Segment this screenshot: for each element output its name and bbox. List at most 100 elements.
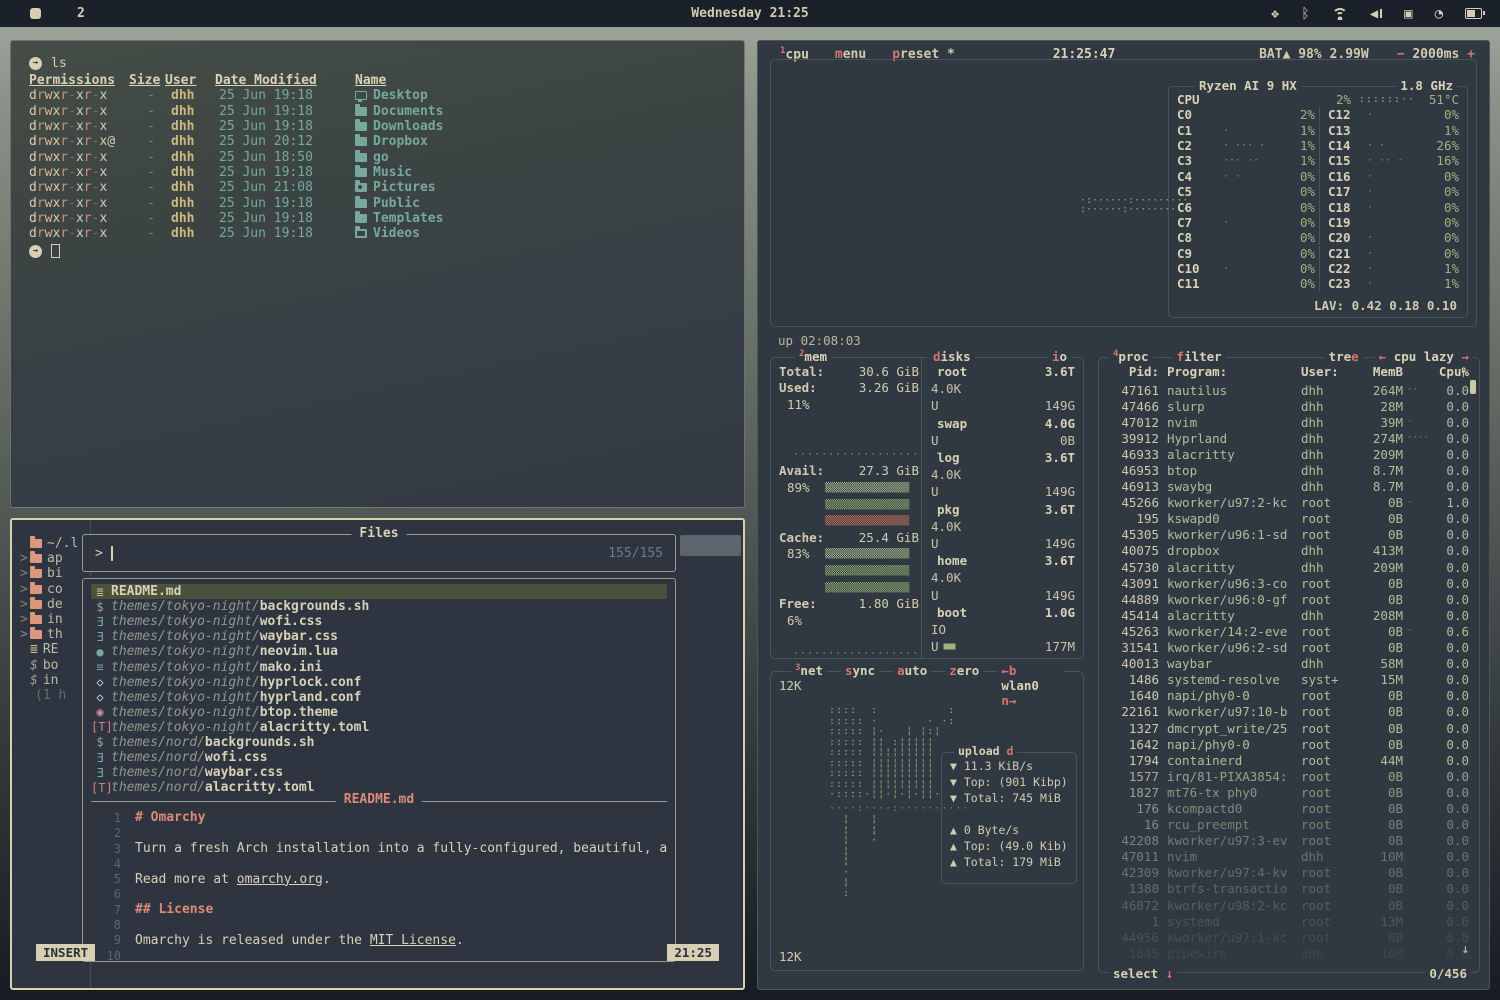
tab-proc[interactable]: 4proc <box>1109 349 1153 364</box>
process-row[interactable]: 1380 btrfs-transactio root 0B 0.0 <box>1103 881 1475 897</box>
size: - <box>129 196 165 211</box>
wifi-icon[interactable] <box>1332 8 1348 20</box>
disk-line: root3.6T <box>929 363 1075 380</box>
tab-mem[interactable]: 2mem <box>795 349 831 364</box>
process-row[interactable]: 45730 alacritty dhh 209M 0.0 <box>1103 559 1475 575</box>
workspace-2-number[interactable]: 2 <box>77 6 85 21</box>
gauge-icon[interactable]: ◔ <box>1435 7 1443 21</box>
process-row[interactable]: 22161 kworker/u97:10-b root 0B 0.0 <box>1103 704 1475 720</box>
process-row[interactable]: 47161 nautilus dhh 264M ·· 0.0 <box>1103 382 1475 398</box>
filetype-icon: $ <box>91 735 109 749</box>
net-auto-toggle[interactable]: auto <box>893 663 931 708</box>
neovim-window[interactable]: ~/.l > ap > bi > co > de <box>10 518 745 990</box>
picker-file-item[interactable]: ● themes/tokyo-night/ neovim.lua <box>91 644 667 659</box>
link-text[interactable]: omarchy.org <box>237 872 323 887</box>
tree-item[interactable]: bo <box>20 658 86 673</box>
terminal-window[interactable]: ls Permissions Size User Date Modified N… <box>10 40 745 508</box>
process-row[interactable]: 46913 swaybg dhh 8.7M 0.0 <box>1103 479 1475 495</box>
process-row[interactable]: 16 rcu_preempt root 0B 0.0 <box>1103 817 1475 833</box>
tree-item[interactable]: > de <box>20 597 86 612</box>
net-zero-toggle[interactable]: zero <box>945 663 983 708</box>
bluetooth-icon[interactable]: ᛒ <box>1301 7 1309 21</box>
picker-file-item[interactable]: [T] themes/tokyo-night/ alacritty.toml <box>91 720 667 735</box>
tree-item[interactable]: > in <box>20 612 86 627</box>
picker-file-item[interactable]: $ themes/tokyo-night/ backgrounds.sh <box>91 599 667 614</box>
process-row[interactable]: 42309 kworker/u97:4-kv root 0B 0.0 <box>1103 865 1475 881</box>
volume-icon[interactable]: ◀ <box>1370 7 1382 21</box>
process-row[interactable]: 1827 mt76-tx phy0 root 0B 0.0 <box>1103 784 1475 800</box>
picker-file-item[interactable]: ≣ README.md <box>91 584 667 599</box>
process-row[interactable]: 44956 kworker/u97:1-kc root 0B 0.0 <box>1103 929 1475 945</box>
process-row[interactable]: 31541 kworker/u96:2-sd root 0B 0.0 <box>1103 640 1475 656</box>
btop-window[interactable]: 1cpu menu preset * 21:25:47 BAT▲ 98% 2.9… <box>757 40 1490 990</box>
process-row[interactable]: 45305 kworker/u96:1-sd root 0B 0.0 <box>1103 527 1475 543</box>
process-row[interactable]: 1642 napi/phy0-0 root 0B 0.0 <box>1103 736 1475 752</box>
process-row[interactable]: 46953 btop dhh 8.7M 0.0 <box>1103 462 1475 478</box>
select-hint[interactable]: select ↓ <box>1109 966 1177 981</box>
tree-item[interactable]: > ap <box>20 551 86 566</box>
disks-label[interactable]: disks <box>929 349 975 364</box>
process-row[interactable]: 45266 kworker/u97:2-kc root 0B · 1.0 <box>1103 495 1475 511</box>
picker-file-item[interactable]: Ǝ themes/tokyo-night/ waybar.css <box>91 629 667 644</box>
picker-file-item[interactable]: ◇ themes/tokyo-night/ hyprland.conf <box>91 690 667 705</box>
battery-icon[interactable] <box>1465 8 1482 19</box>
tree-item[interactable]: (1 h <box>20 688 86 703</box>
net-box: 3net sync auto zero ←b wlan0 n→ 12K 12K … <box>770 671 1084 971</box>
process-row[interactable]: 47011 nvim dhh 10M 0.0 <box>1103 849 1475 865</box>
process-row[interactable]: 47012 nvim dhh 39M · 0.0 <box>1103 414 1475 430</box>
process-row[interactable]: 40013 waybar dhh 58M 0.0 <box>1103 656 1475 672</box>
process-row[interactable]: 1845 pipewire dhh 10M 0.0 <box>1103 945 1475 961</box>
picker-file-item[interactable]: Ǝ themes/nord/ wofi.css <box>91 750 667 765</box>
picker-file-item[interactable]: ◇ themes/tokyo-night/ hyprlock.conf <box>91 675 667 690</box>
picker-file-item[interactable]: Ǝ themes/nord/ waybar.css <box>91 765 667 780</box>
picker-file-item[interactable]: $ themes/nord/ backgrounds.sh <box>91 735 667 750</box>
date-modified: 25 Jun 19:18 <box>215 196 333 211</box>
process-row[interactable]: 195 kswapd0 root 0B 0.0 <box>1103 511 1475 527</box>
process-row[interactable]: 1577 irq/81-PIXA3854: root 0B 0.0 <box>1103 768 1475 784</box>
workspace-1-indicator[interactable] <box>30 8 41 19</box>
picker-file-item[interactable]: Ǝ themes/tokyo-night/ wofi.css <box>91 614 667 629</box>
file-dir: themes/tokyo-night/ <box>111 629 260 644</box>
process-row[interactable]: 47466 slurp dhh 28M 0.0 <box>1103 398 1475 414</box>
preview-line: 7 ## License <box>91 902 667 917</box>
tree-item[interactable]: > bi <box>20 566 86 581</box>
picker-file-item[interactable]: ◉ themes/tokyo-night/ btop.theme <box>91 705 667 720</box>
tree-item[interactable]: RE <box>20 642 86 657</box>
scrollbar-thumb[interactable] <box>680 535 741 556</box>
permissions: drwxr-xr-x <box>29 196 129 211</box>
picker-input-box[interactable]: Files > 155/155 <box>82 534 676 572</box>
process-row[interactable]: 42208 kworker/u97:3-ev root 0B 0.0 <box>1103 833 1475 849</box>
tree-item[interactable]: > co <box>20 582 86 597</box>
tree-item[interactable]: ~/.l <box>20 536 86 551</box>
process-row[interactable]: 1486 systemd-resolve syst+ 15M 0.0 <box>1103 672 1475 688</box>
proc-filter-button[interactable]: filter <box>1173 349 1226 364</box>
tree-item[interactable]: > th <box>20 627 86 642</box>
io-label[interactable]: io <box>1048 349 1071 364</box>
tree-item[interactable]: in <box>20 673 86 688</box>
net-sync-toggle[interactable]: sync <box>841 663 879 708</box>
process-row[interactable]: 1640 napi/phy0-0 root 0B 0.0 <box>1103 688 1475 704</box>
process-row[interactable]: 43091 kworker/u96:3-co root 0B 0.0 <box>1103 575 1475 591</box>
process-row[interactable]: 1327 dmcrypt_write/25 root 0B 0.0 <box>1103 720 1475 736</box>
picker-file-item[interactable]: ≡ themes/tokyo-night/ mako.ini <box>91 659 667 674</box>
dropbox-icon[interactable]: ❖ <box>1271 7 1279 21</box>
scroll-down-icon[interactable]: ↓ <box>1461 941 1469 956</box>
proc-sort-switcher[interactable]: ← cpu lazy → <box>1375 349 1473 364</box>
folder-icon <box>355 137 367 146</box>
proc-tree-toggle[interactable]: tree <box>1325 349 1363 364</box>
process-row[interactable]: 45263 kworker/14:2-eve root 0B · 0.6 <box>1103 623 1475 639</box>
process-row[interactable]: 40075 dropbox dhh 413M 0.0 <box>1103 543 1475 559</box>
sort-direction-icon[interactable]: ↑ <box>1459 365 1467 380</box>
process-row[interactable]: 176 kcompactd0 root 0B 0.0 <box>1103 800 1475 816</box>
process-row[interactable]: 45414 alacritty dhh 208M 0.0 <box>1103 607 1475 623</box>
process-row[interactable]: 46933 alacritty dhh 209M 0.0 <box>1103 446 1475 462</box>
net-interface-switcher[interactable]: ←b wlan0 n→ <box>997 663 1063 708</box>
permissions: drwxr-xr-x <box>29 165 129 180</box>
permissions: drwxr-xr-x <box>29 104 129 119</box>
process-row[interactable]: 1 systemd root 13M 0.0 <box>1103 913 1475 929</box>
process-row[interactable]: 46072 kworker/u98:2-kc root 0B 0.0 <box>1103 897 1475 913</box>
process-row[interactable]: 1794 containerd root 44M 0.0 <box>1103 752 1475 768</box>
cpu-chip-icon[interactable]: ▣ <box>1404 7 1412 21</box>
process-row[interactable]: 39912 Hyprland dhh 274M ···· 0.0 <box>1103 430 1475 446</box>
process-row[interactable]: 44889 kworker/u96:0-gf root 0B 0.0 <box>1103 591 1475 607</box>
